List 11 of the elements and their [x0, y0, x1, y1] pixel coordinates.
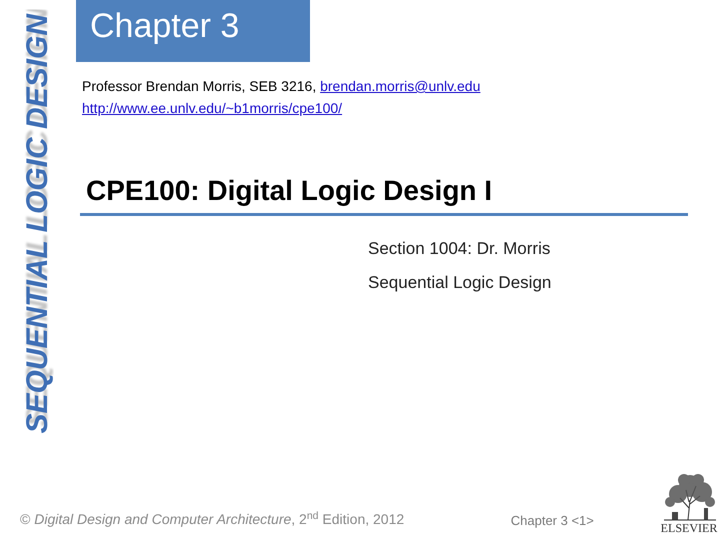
email-link[interactable]: brendan.morris@unlv.edu [320, 78, 480, 94]
publisher-name: ELSEVIER [660, 522, 718, 534]
contact-text: Professor Brendan Morris, SEB 3216, [82, 78, 318, 94]
side-banner-text: SEQUENTIAL LOGIC DESIGN [23, 14, 53, 434]
course-url-link[interactable]: http://www.ee.unlv.edu/~b1morris/cpe100/ [82, 100, 342, 116]
chapter-header: Chapter 3 [76, 0, 310, 62]
slide-title: CPE100: Digital Logic Design I [86, 174, 494, 208]
subtitle-line: Sequential Logic Design [368, 272, 552, 294]
copyright-text: © Digital Design and Computer Architecture, 2$^{nd}$ Edition, 2012 [20, 509, 406, 529]
page-number: Chapter 3 <1> [510, 512, 595, 530]
subtitle-line: Section 1004: Dr. Morris [368, 238, 552, 260]
